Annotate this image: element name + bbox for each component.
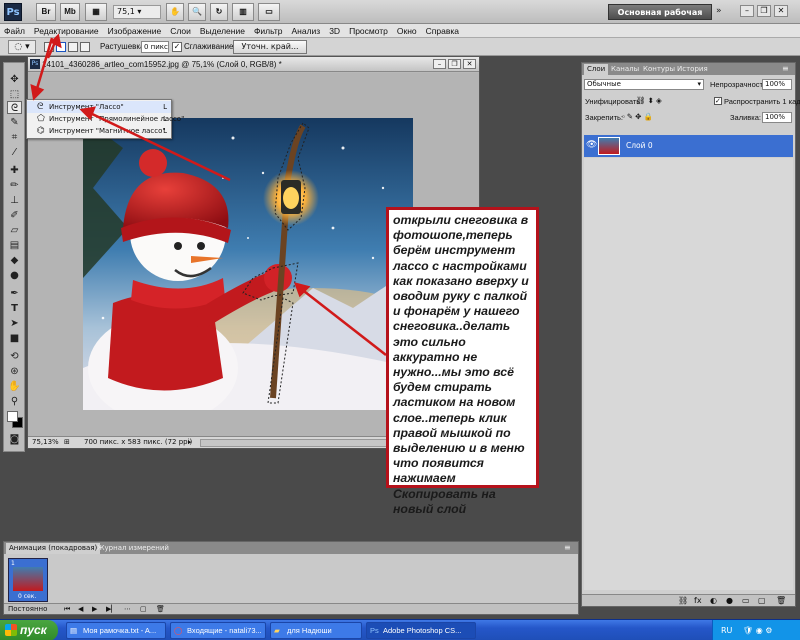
system-tray: RU 🛡 ◉ ⚙	[712, 620, 800, 640]
animation-footer: Постоянно ⏮ ◀ ▶ ▶▏ ⋯ ▢ 🗑	[4, 603, 578, 614]
unify-label: Унифицировать:	[585, 97, 643, 106]
blend-mode-select[interactable]: Обычные ▾	[584, 79, 704, 90]
trash-icon[interactable]: 🗑	[776, 595, 786, 606]
task-label: Моя рамочка.txt - A...	[83, 626, 157, 635]
fill-input[interactable]: 100%	[762, 112, 792, 123]
task-label: Входящие - natali73...	[187, 626, 262, 635]
layers-panel-group: Слои Каналы Контуры История ≡ Обычные ▾ …	[581, 62, 800, 607]
opacity-label: Непрозрачность:	[710, 80, 769, 89]
arrow-to-lasso-flyout	[87, 110, 231, 182]
arrow-to-selection	[299, 287, 387, 356]
photoshop-icon: Ps	[370, 626, 379, 635]
visibility-eye-icon[interactable]: 👁	[586, 140, 597, 150]
layers-list-empty-area	[584, 158, 793, 590]
start-label: пуск	[20, 623, 47, 637]
arrowhead	[79, 106, 96, 121]
animation-panel: Анимация (покадровая) Журнал измерений ≡…	[3, 541, 579, 615]
tutorial-note-text: открыли снеговика в фотошопе,теперь берё…	[393, 213, 529, 516]
play-icon[interactable]: ▶	[92, 604, 97, 614]
frame-thumbnail	[13, 567, 43, 591]
taskbar-item-notepad[interactable]: ▤ Моя рамочка.txt - A...	[66, 622, 166, 639]
tween-icon[interactable]: ⋯	[124, 604, 131, 614]
tab-paths[interactable]: Контуры	[640, 64, 678, 75]
animation-menu-icon[interactable]: ≡	[564, 543, 571, 552]
tab-animation[interactable]: Анимация (покадровая)	[6, 543, 101, 554]
layer-row[interactable]: 👁 Слой 0	[584, 135, 793, 157]
taskbar-item-folder[interactable]: ▰ для Надюши	[270, 622, 362, 639]
windows-logo-icon	[5, 624, 17, 636]
tab-measurement-log[interactable]: Журнал измерений	[94, 543, 172, 554]
next-frame-icon[interactable]: ▶▏	[106, 604, 117, 614]
new-group-icon[interactable]: ▭	[742, 595, 750, 606]
lock-label: Закрепить:	[585, 113, 624, 122]
layer-thumbnail	[598, 137, 620, 155]
folder-icon: ▰	[274, 626, 280, 635]
delete-frame-icon[interactable]: 🗑	[156, 604, 165, 614]
fill-label: Заливка:	[730, 113, 761, 122]
propagate-checkbox[interactable]: ✓	[714, 97, 722, 105]
panel-tabs: Слои Каналы Контуры История ≡	[582, 63, 795, 75]
tutorial-note: открыли снеговика в фотошопе,теперь берё…	[386, 207, 539, 516]
language-indicator[interactable]: RU	[721, 620, 732, 640]
animation-frame[interactable]: 1 0 сек.	[8, 558, 48, 602]
adjustment-layer-icon[interactable]: ●	[726, 595, 733, 606]
prev-frame-icon[interactable]: ◀	[78, 604, 83, 614]
tray-icons[interactable]: 🛡 ◉ ⚙	[743, 620, 772, 640]
layer-style-icon[interactable]: fx	[694, 595, 702, 606]
duplicate-frame-icon[interactable]: ▢	[140, 604, 147, 614]
task-label: для Надюши	[287, 626, 332, 635]
new-layer-icon[interactable]: ▢	[758, 595, 766, 606]
first-frame-icon[interactable]: ⏮	[64, 604, 70, 614]
link-layers-icon[interactable]: ⛓	[678, 595, 688, 606]
arrowhead	[30, 84, 45, 101]
opacity-input[interactable]: 100%	[762, 79, 792, 90]
taskbar-item-photoshop[interactable]: Ps Adobe Photoshop CS...	[366, 622, 476, 639]
layers-panel: Обычные ▾ Непрозрачность: 100% Унифициро…	[582, 75, 800, 606]
layer-mask-icon[interactable]: ◐	[710, 595, 717, 606]
arrow-to-lasso-tool	[34, 37, 54, 93]
lock-icons[interactable]: ▫ ✎ ✥ 🔒	[622, 112, 653, 121]
layer-name[interactable]: Слой 0	[626, 141, 653, 150]
animation-tabs: Анимация (покадровая) Журнал измерений ≡	[4, 542, 578, 554]
tab-channels[interactable]: Каналы	[608, 64, 642, 75]
frame-number: 1	[11, 560, 15, 567]
windows-taskbar: пуск ▤ Моя рамочка.txt - A... ◯ Входящие…	[0, 619, 800, 640]
opera-icon: ◯	[174, 626, 183, 635]
loop-select[interactable]: Постоянно	[8, 604, 47, 614]
start-button[interactable]: пуск	[0, 620, 58, 640]
tab-history[interactable]: История	[674, 64, 711, 75]
unify-icons[interactable]: ⛓ ⬍ ◈	[636, 96, 662, 105]
blend-mode-value: Обычные	[587, 80, 621, 88]
taskbar-item-opera[interactable]: ◯ Входящие - natali73...	[170, 622, 266, 639]
tab-layers[interactable]: Слои	[584, 64, 609, 75]
frame-delay[interactable]: 0 сек.	[18, 593, 36, 600]
notepad-icon: ▤	[70, 626, 78, 635]
layers-panel-footer: ⛓ fx ◐ ● ▭ ▢ 🗑	[582, 594, 795, 606]
task-label: Adobe Photoshop CS...	[383, 626, 462, 635]
panel-menu-icon[interactable]: ≡	[782, 64, 789, 73]
propagate-label: Распространить 1 кадр	[724, 97, 800, 106]
